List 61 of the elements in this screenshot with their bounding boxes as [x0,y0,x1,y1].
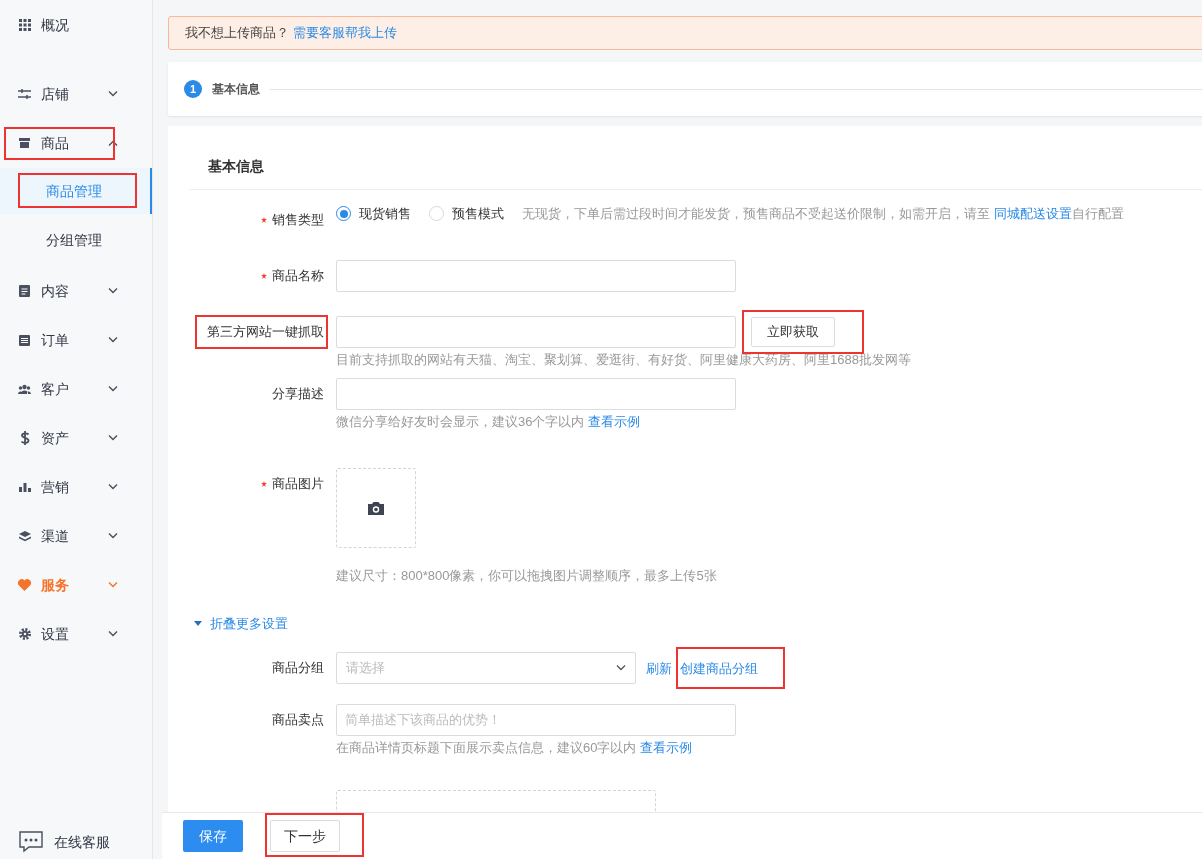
chat-bubble-icon [18,831,44,853]
triangle-down-icon [194,621,202,627]
field-label: 商品图片 [261,474,324,494]
online-service-link[interactable]: 在线客服 [18,831,110,853]
radio-option[interactable]: 现货销售 [336,204,411,224]
chevron-down-icon [616,664,626,671]
camera-icon [367,500,385,516]
field-label: 商品分组 [272,658,324,677]
layers-icon [18,530,31,542]
sidebar-item[interactable]: 营销 [0,473,152,501]
text-field[interactable]: 简单描述下该商品的优势！ [336,703,736,736]
create-group-link[interactable]: 创建商品分组 [680,660,758,676]
sidebar-item[interactable]: 渠道 [0,522,152,550]
collapse-toggle[interactable]: 折叠更多设置 [189,614,1202,634]
notice-text: 我不想上传商品？ 需要客服帮我上传 [185,24,397,43]
example-link[interactable]: 同城配送设置 [993,206,1072,221]
required-icon [261,217,267,223]
next-step-button[interactable]: 下一步 [270,820,340,852]
sliders-icon [18,88,31,100]
refresh-link[interactable]: 刷新 [646,660,672,676]
field-label: 第三方网站一键抓取 [207,322,324,342]
field-label: 销售类型 [261,210,324,230]
grid-icon [18,19,31,31]
required-icon [261,481,267,487]
hint-text: 无现货，下单后需过段时间才能发货，预售商品不受起送价限制，如需开启，请至 同城配送设置自行配置 [522,205,1124,223]
field-label: 商品名称 [261,266,324,286]
sidebar-item[interactable]: 设置 [0,620,152,648]
field-label: 商品卖点 [272,710,324,729]
text-field[interactable] [336,316,736,348]
radio-option[interactable]: 预售模式 [429,204,504,224]
list-icon [18,334,31,346]
required-icon [261,273,267,279]
fetch-button[interactable]: 立即获取 [751,317,835,347]
hint-text: 微信分享给好友时会显示，建议36个字以内 查看示例 [336,413,642,431]
example-link[interactable]: 查看示例 [588,414,641,429]
image-upload-box[interactable] [336,468,416,548]
sidebar-item[interactable]: 内容 [0,277,152,305]
sidebar-item[interactable]: 店铺 [0,80,152,108]
sidebar-item[interactable]: 概况 [0,11,152,39]
sidebar-item[interactable]: 商品 [0,129,152,157]
field-label: 分享描述 [272,385,324,404]
hint-text: 在商品详情页标题下面展示卖点信息，建议60字以内 查看示例 [336,738,694,757]
sidebar-item[interactable]: 客户 [0,375,152,403]
sidebar-item[interactable]: 订单 [0,326,152,354]
sidebar-item[interactable]: 资产 [0,424,152,452]
box-icon [18,138,31,148]
step-label: 基本信息 [212,81,260,98]
hint-text: 建议尺寸：800*800像素，你可以拖拽图片调整顺序，最多上传5张 [336,567,717,585]
dollar-icon [18,431,31,445]
bar-chart-icon [18,482,31,492]
heart-icon [18,579,31,591]
people-icon [18,384,31,394]
example-link[interactable]: 查看示例 [640,739,693,755]
hint-text: 目前支持抓取的网站有天猫、淘宝、聚划算、爱逛街、有好货、阿里健康大药房、阿里1688批发网等 [336,351,911,369]
submenu-item[interactable]: 分组管理 [0,217,152,263]
section-title: 基本信息 [189,156,1202,190]
text-field[interactable] [336,378,736,410]
text-field[interactable] [336,260,736,292]
step-number: 1 [184,80,202,98]
gear-icon [18,628,31,640]
document-icon [18,285,31,297]
